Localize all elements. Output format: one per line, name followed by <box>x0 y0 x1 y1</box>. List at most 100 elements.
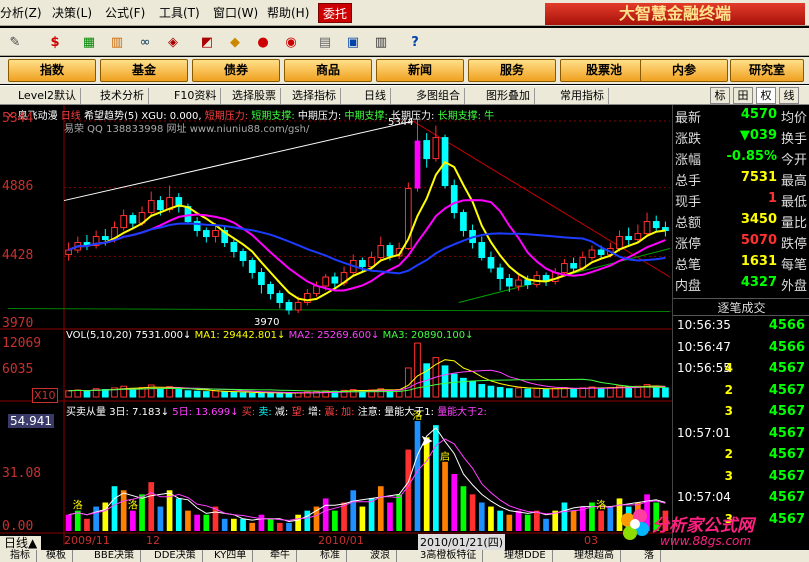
sub-select-stock[interactable]: 选择股票 <box>228 88 281 104</box>
volume-bar <box>239 392 247 398</box>
sub-level2[interactable]: Level2默认 <box>14 88 82 104</box>
alert-icon[interactable]: ◉ <box>280 31 302 53</box>
flow-bar <box>130 510 136 531</box>
tab-grid[interactable]: 田 <box>733 87 753 104</box>
flow-bar <box>276 522 283 531</box>
sub-overlay[interactable]: 图形叠加 <box>482 88 535 104</box>
tick-price: 4567 <box>768 490 805 505</box>
volume-bar <box>248 392 256 398</box>
binoculars-icon[interactable]: ∞ <box>134 31 156 53</box>
status-tab-3[interactable]: DDE决策 <box>148 550 203 562</box>
low-label: 3970 <box>254 317 280 328</box>
flow-bar <box>396 494 402 531</box>
shield-icon[interactable]: ◈ <box>162 31 184 53</box>
status-tab-5[interactable]: 牵牛 <box>264 550 297 562</box>
nav-service[interactable]: 服务 <box>468 59 556 82</box>
candle-body <box>285 302 293 311</box>
status-tab-8[interactable]: 3高橙板特征 <box>414 550 484 562</box>
nav-fund[interactable]: 基金 <box>100 59 188 82</box>
quote-value-1: ▼039 <box>739 128 777 143</box>
quote-label-1: 涨跌 <box>675 132 702 147</box>
flow-bar <box>249 522 256 531</box>
vol-header: VOL(5,10,20) 7531.000↓ MA1: 29442.801↓ M… <box>66 330 473 341</box>
status-tab-2[interactable]: BBE决策 <box>88 550 142 562</box>
nav-bond[interactable]: 债券 <box>192 59 280 82</box>
dollar-icon[interactable]: $ <box>44 31 66 53</box>
candle-body <box>322 276 330 287</box>
sub-common-ind[interactable]: 常用指标 <box>556 88 609 104</box>
tab-line[interactable]: 线 <box>779 87 799 104</box>
quote-label2-4: 最低 <box>781 195 808 210</box>
flow-signal-tag: 启 <box>440 450 450 463</box>
candle-body <box>157 200 164 211</box>
flow-bar <box>65 514 72 531</box>
flow-bar <box>93 506 99 531</box>
help-icon[interactable]: ? <box>404 31 426 53</box>
status-tab-7[interactable]: 波浪 <box>364 550 397 562</box>
sub-f10[interactable]: F10资料 <box>170 88 222 104</box>
sub-multi[interactable]: 多图组合 <box>412 88 465 104</box>
y-tick-mid2: 4428 <box>2 248 34 263</box>
candle-body <box>65 249 72 256</box>
flow-zeng: 增: <box>308 407 322 418</box>
sub-select-indicator[interactable]: 选择指标 <box>288 88 341 104</box>
status-tab-4[interactable]: KY四单 <box>208 550 254 562</box>
menu-window[interactable]: 窗口(W) <box>213 4 258 22</box>
quote-label2-6: 跌停 <box>781 237 808 252</box>
menu-decision[interactable]: 决策(L) <box>52 4 92 22</box>
flow-y-high: 54.941 <box>8 414 54 428</box>
f10-icon[interactable]: ● <box>252 31 274 53</box>
tab-rights[interactable]: 权 <box>756 87 776 104</box>
nav-research[interactable]: 研究室 <box>730 59 804 82</box>
chart-icon[interactable]: ◩ <box>196 31 218 53</box>
nav-stock-pool[interactable]: 股票池 <box>560 59 648 82</box>
flow-signal-tag: 洛 <box>596 499 606 512</box>
sub-tech[interactable]: 技术分析 <box>96 88 149 104</box>
window-icon[interactable]: ▣ <box>342 31 364 53</box>
flow-buy: 买: <box>241 407 256 418</box>
tab-standard[interactable]: 标 <box>710 87 730 104</box>
print-icon[interactable]: ▤ <box>314 31 336 53</box>
tick-volume: 2 <box>724 447 733 461</box>
flow-big1: 量能大于1: <box>384 407 434 418</box>
volume-bar <box>83 390 91 398</box>
menu-analysis[interactable]: 分析(Z) <box>0 4 42 22</box>
quote-label-8: 内盘 <box>675 279 702 294</box>
status-tab-9[interactable]: 理想DDE <box>498 550 553 562</box>
volume-bar <box>221 391 229 398</box>
tick-volume: 3 <box>724 404 733 418</box>
books-icon[interactable]: ▥ <box>370 31 392 53</box>
status-tab-0[interactable]: 指标 <box>4 550 37 562</box>
period-switch[interactable]: 日线▲ <box>0 536 42 550</box>
tick-time: 10:57:04 <box>677 490 731 504</box>
status-tab-10[interactable]: 理想超高 <box>568 550 621 562</box>
nav-commodity[interactable]: 商品 <box>284 59 372 82</box>
nav-insider[interactable]: 内参 <box>640 59 728 82</box>
flow-signal-tag: 洛 <box>73 499 83 512</box>
status-tab-1[interactable]: 模板 <box>40 550 73 562</box>
chart-area[interactable]: 洛洛洛启洛 ✕ 奥飞动漫 日线 希望趋势(5) XGU: 0.000, 短期压力… <box>0 105 672 550</box>
entrust-button[interactable]: 委托 <box>318 3 352 23</box>
flow-bar <box>194 514 200 531</box>
menu-help[interactable]: 帮助(H) <box>267 4 309 22</box>
status-tab-6[interactable]: 标准 <box>314 550 347 562</box>
nav-index[interactable]: 指数 <box>8 59 96 82</box>
tick-price: 4567 <box>768 447 805 462</box>
candle-body <box>230 242 238 253</box>
quote-label2-1: 换手 <box>781 132 808 147</box>
flow-bar <box>460 486 467 531</box>
ticker-icon[interactable]: ▦ <box>78 31 100 53</box>
menu-tools[interactable]: 工具(T) <box>159 4 200 22</box>
diamond-icon[interactable]: ◆ <box>224 31 246 53</box>
quote-label-7: 总笔 <box>675 258 702 273</box>
pencil-icon[interactable]: ✎ <box>4 31 26 53</box>
status-tab-11[interactable]: 落 <box>638 550 661 562</box>
x-label-cursor: 2010/01/21(四) <box>418 534 505 550</box>
nav-news[interactable]: 新闻 <box>376 59 464 82</box>
tick-volume: 2 <box>724 382 733 397</box>
volume-bar <box>276 392 284 398</box>
tick-time: 10:57:01 <box>677 425 731 440</box>
bars-icon[interactable]: ▥ <box>106 31 128 53</box>
sub-daily[interactable]: 日线 <box>360 88 391 104</box>
menu-formula[interactable]: 公式(F) <box>105 4 145 22</box>
